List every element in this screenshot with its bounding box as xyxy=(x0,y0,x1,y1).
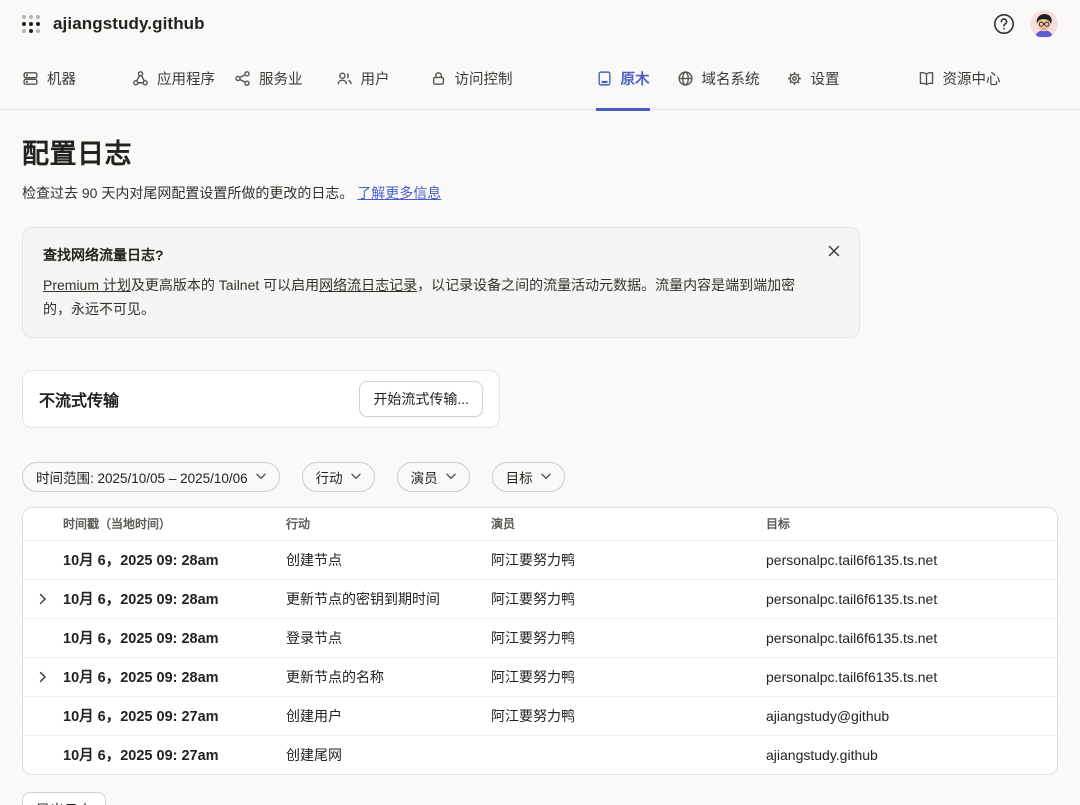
tailnet-brand[interactable]: ajiangstudy.github xyxy=(22,14,205,34)
learn-more-link[interactable]: 了解更多信息 xyxy=(357,185,441,201)
nav-settings[interactable]: 设置 xyxy=(786,48,840,110)
col-target: 目标 xyxy=(766,515,1057,532)
help-icon[interactable] xyxy=(992,12,1016,36)
col-action: 行动 xyxy=(286,515,491,532)
nav-label: 应用程序 xyxy=(157,68,215,89)
streaming-status: 不流式传输 xyxy=(39,387,119,411)
chevron-down-icon xyxy=(351,473,361,480)
banner-body: Premium 计划及更高版本的 Tailnet 可以启用网络流日志记录，以记录… xyxy=(43,274,815,322)
nav-label: 访问控制 xyxy=(455,68,513,89)
nav-apps[interactable]: 应用程序 xyxy=(132,48,215,110)
top-header: ajiangstudy.github xyxy=(0,0,1080,48)
cell-timestamp: 10月 6，2025 09: 28am xyxy=(63,627,286,648)
table-row[interactable]: 10月 6，2025 09: 28am 更新节点的名称 阿江要努力鸭 perso… xyxy=(23,657,1057,696)
network-flow-logging-link[interactable]: 网络流日志记录 xyxy=(319,277,417,293)
main-nav: 机器 应用程序 服务业 用户 xyxy=(0,48,1080,110)
chevron-down-icon xyxy=(256,473,266,480)
cell-action: 创建用户 xyxy=(286,706,491,726)
logs-icon xyxy=(596,70,613,87)
tailscale-logo-icon xyxy=(22,15,41,34)
services-icon xyxy=(234,70,251,87)
cell-action: 更新节点的名称 xyxy=(286,667,491,687)
table-row[interactable]: 10月 6，2025 09: 28am 更新节点的密钥到期时间 阿江要努力鸭 p… xyxy=(23,579,1057,618)
col-actor: 演员 xyxy=(491,515,766,532)
cell-target: personalpc.tail6f6135.ts.net xyxy=(766,669,1057,685)
cell-actor: 阿江要努力鸭 xyxy=(491,706,766,726)
page-title: 配置日志 xyxy=(22,132,1058,171)
filter-label: 行动 xyxy=(316,467,343,487)
cell-actor: 阿江要努力鸭 xyxy=(491,550,766,570)
cell-actor: 阿江要努力鸭 xyxy=(491,667,766,687)
chevron-right-icon[interactable] xyxy=(23,671,63,683)
cell-timestamp: 10月 6，2025 09: 28am xyxy=(63,549,286,570)
cell-target: ajiangstudy.github xyxy=(766,747,1057,763)
cell-timestamp: 10月 6，2025 09: 27am xyxy=(63,705,286,726)
cell-actor: 阿江要努力鸭 xyxy=(491,628,766,648)
filter-label: 演员 xyxy=(411,467,438,487)
network-flow-logs-banner: 查找网络流量日志? Premium 计划及更高版本的 Tailnet 可以启用网… xyxy=(22,227,860,338)
cell-action: 更新节点的密钥到期时间 xyxy=(286,589,491,609)
nav-dns[interactable]: 域名系统 xyxy=(677,48,760,110)
cell-target: personalpc.tail6f6135.ts.net xyxy=(766,552,1057,568)
time-range-filter[interactable]: 时间范围: 2025/10/05 – 2025/10/06 xyxy=(22,462,280,492)
log-streaming-card: 不流式传输 开始流式传输... xyxy=(22,370,500,428)
cell-action: 创建尾网 xyxy=(286,745,491,765)
target-filter[interactable]: 目标 xyxy=(492,462,565,492)
cell-actor: 阿江要努力鸭 xyxy=(491,589,766,609)
nav-label: 资源中心 xyxy=(943,68,1001,89)
cell-timestamp: 10月 6，2025 09: 27am xyxy=(63,744,286,765)
nav-logs[interactable]: 原木 xyxy=(596,48,650,110)
apps-icon xyxy=(132,70,149,87)
cell-target: personalpc.tail6f6135.ts.net xyxy=(766,591,1057,607)
filter-bar: 时间范围: 2025/10/05 – 2025/10/06 行动 演员 目标 xyxy=(22,462,1058,492)
close-icon[interactable] xyxy=(825,242,843,260)
nav-label: 设置 xyxy=(811,68,840,89)
cell-target: ajiangstudy@github xyxy=(766,708,1057,724)
nav-services[interactable]: 服务业 xyxy=(234,48,303,110)
machines-icon xyxy=(22,70,39,87)
nav-resource-center[interactable]: 资源中心 xyxy=(918,48,1001,110)
table-row[interactable]: 10月 6，2025 09: 28am 创建节点 阿江要努力鸭 personal… xyxy=(23,540,1057,579)
chevron-down-icon xyxy=(541,473,551,480)
config-log-table: 时间戳（当地时间） 行动 演员 目标 10月 6，2025 09: 28am 创… xyxy=(22,507,1058,775)
nav-label: 用户 xyxy=(361,68,390,89)
gear-icon xyxy=(786,70,803,87)
start-streaming-button[interactable]: 开始流式传输... xyxy=(359,381,483,417)
table-row[interactable]: 10月 6，2025 09: 27am 创建尾网 ajiangstudy.git… xyxy=(23,735,1057,774)
nav-label: 域名系统 xyxy=(702,68,760,89)
filter-label: 目标 xyxy=(506,467,533,487)
cell-action: 登录节点 xyxy=(286,628,491,648)
users-icon xyxy=(336,70,353,87)
user-avatar[interactable] xyxy=(1030,10,1058,38)
nav-label: 机器 xyxy=(47,68,76,89)
nav-users[interactable]: 用户 xyxy=(336,48,390,110)
nav-machines[interactable]: 机器 xyxy=(22,48,76,110)
col-timestamp: 时间戳（当地时间） xyxy=(63,515,286,532)
globe-icon xyxy=(677,70,694,87)
page-description: 检查过去 90 天内对尾网配置设置所做的更改的日志。 xyxy=(22,185,353,201)
table-row[interactable]: 10月 6，2025 09: 28am 登录节点 阿江要努力鸭 personal… xyxy=(23,618,1057,657)
banner-text: 及更高版本的 Tailnet 可以启用 xyxy=(131,277,319,293)
cell-action: 创建节点 xyxy=(286,550,491,570)
cell-target: personalpc.tail6f6135.ts.net xyxy=(766,630,1057,646)
nav-label: 服务业 xyxy=(259,68,303,89)
action-filter[interactable]: 行动 xyxy=(302,462,375,492)
filter-label: 时间范围: 2025/10/05 – 2025/10/06 xyxy=(36,467,248,487)
cell-timestamp: 10月 6，2025 09: 28am xyxy=(63,666,286,687)
lock-icon xyxy=(430,70,447,87)
actor-filter[interactable]: 演员 xyxy=(397,462,470,492)
tailnet-name: ajiangstudy.github xyxy=(53,14,205,34)
premium-plan-link[interactable]: Premium 计划 xyxy=(43,277,131,293)
nav-access-controls[interactable]: 访问控制 xyxy=(430,48,513,110)
banner-title: 查找网络流量日志? xyxy=(43,245,815,265)
nav-label: 原木 xyxy=(621,68,650,89)
chevron-down-icon xyxy=(446,473,456,480)
table-row[interactable]: 10月 6，2025 09: 27am 创建用户 阿江要努力鸭 ajiangst… xyxy=(23,696,1057,735)
cell-timestamp: 10月 6，2025 09: 28am xyxy=(63,588,286,609)
export-logs-button[interactable]: 导出日志 xyxy=(22,792,106,805)
book-icon xyxy=(918,70,935,87)
table-header-row: 时间戳（当地时间） 行动 演员 目标 xyxy=(23,508,1057,540)
chevron-right-icon[interactable] xyxy=(23,593,63,605)
